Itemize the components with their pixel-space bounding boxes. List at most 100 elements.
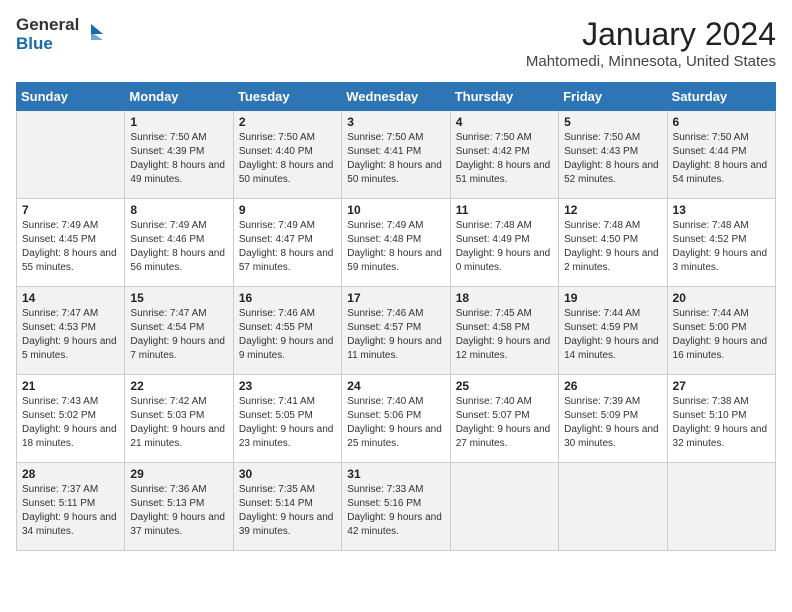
month-title: January 2024 [526, 16, 776, 53]
calendar-cell: 1 Sunrise: 7:50 AMSunset: 4:39 PMDayligh… [125, 111, 233, 199]
day-number: 5 [564, 115, 661, 129]
logo-bird-icon [81, 22, 103, 48]
logo-general: General [16, 16, 79, 35]
header-friday: Friday [559, 83, 667, 111]
week-row-2: 7 Sunrise: 7:49 AMSunset: 4:45 PMDayligh… [17, 199, 776, 287]
day-detail: Sunrise: 7:33 AMSunset: 5:16 PMDaylight:… [347, 484, 442, 537]
calendar-cell [559, 463, 667, 551]
title-block: January 2024 Mahtomedi, Minnesota, Unite… [526, 16, 776, 70]
day-number: 4 [456, 115, 553, 129]
day-number: 16 [239, 291, 336, 305]
day-number: 29 [130, 467, 227, 481]
calendar-cell: 23 Sunrise: 7:41 AMSunset: 5:05 PMDaylig… [233, 375, 341, 463]
day-detail: Sunrise: 7:43 AMSunset: 5:02 PMDaylight:… [22, 396, 117, 449]
day-number: 14 [22, 291, 119, 305]
day-number: 24 [347, 379, 444, 393]
day-number: 26 [564, 379, 661, 393]
day-number: 8 [130, 203, 227, 217]
calendar-cell: 30 Sunrise: 7:35 AMSunset: 5:14 PMDaylig… [233, 463, 341, 551]
day-detail: Sunrise: 7:47 AMSunset: 4:53 PMDaylight:… [22, 308, 117, 361]
calendar-cell: 2 Sunrise: 7:50 AMSunset: 4:40 PMDayligh… [233, 111, 341, 199]
calendar-cell: 7 Sunrise: 7:49 AMSunset: 4:45 PMDayligh… [17, 199, 125, 287]
day-number: 27 [673, 379, 770, 393]
day-detail: Sunrise: 7:48 AMSunset: 4:49 PMDaylight:… [456, 220, 551, 273]
day-detail: Sunrise: 7:44 AMSunset: 5:00 PMDaylight:… [673, 308, 768, 361]
day-number: 7 [22, 203, 119, 217]
day-detail: Sunrise: 7:39 AMSunset: 5:09 PMDaylight:… [564, 396, 659, 449]
day-detail: Sunrise: 7:36 AMSunset: 5:13 PMDaylight:… [130, 484, 225, 537]
day-detail: Sunrise: 7:50 AMSunset: 4:42 PMDaylight:… [456, 132, 551, 185]
day-number: 31 [347, 467, 444, 481]
calendar-cell: 26 Sunrise: 7:39 AMSunset: 5:09 PMDaylig… [559, 375, 667, 463]
calendar-cell: 6 Sunrise: 7:50 AMSunset: 4:44 PMDayligh… [667, 111, 775, 199]
day-detail: Sunrise: 7:50 AMSunset: 4:41 PMDaylight:… [347, 132, 442, 185]
day-detail: Sunrise: 7:48 AMSunset: 4:50 PMDaylight:… [564, 220, 659, 273]
day-number: 22 [130, 379, 227, 393]
calendar-cell: 31 Sunrise: 7:33 AMSunset: 5:16 PMDaylig… [342, 463, 450, 551]
day-detail: Sunrise: 7:37 AMSunset: 5:11 PMDaylight:… [22, 484, 117, 537]
calendar-cell: 5 Sunrise: 7:50 AMSunset: 4:43 PMDayligh… [559, 111, 667, 199]
day-detail: Sunrise: 7:41 AMSunset: 5:05 PMDaylight:… [239, 396, 334, 449]
day-detail: Sunrise: 7:40 AMSunset: 5:06 PMDaylight:… [347, 396, 442, 449]
day-number: 11 [456, 203, 553, 217]
calendar-cell: 15 Sunrise: 7:47 AMSunset: 4:54 PMDaylig… [125, 287, 233, 375]
calendar-cell: 3 Sunrise: 7:50 AMSunset: 4:41 PMDayligh… [342, 111, 450, 199]
calendar-cell: 20 Sunrise: 7:44 AMSunset: 5:00 PMDaylig… [667, 287, 775, 375]
header-monday: Monday [125, 83, 233, 111]
day-detail: Sunrise: 7:49 AMSunset: 4:48 PMDaylight:… [347, 220, 442, 273]
day-detail: Sunrise: 7:50 AMSunset: 4:40 PMDaylight:… [239, 132, 334, 185]
calendar-cell: 4 Sunrise: 7:50 AMSunset: 4:42 PMDayligh… [450, 111, 558, 199]
calendar-cell: 25 Sunrise: 7:40 AMSunset: 5:07 PMDaylig… [450, 375, 558, 463]
header-sunday: Sunday [17, 83, 125, 111]
day-detail: Sunrise: 7:40 AMSunset: 5:07 PMDaylight:… [456, 396, 551, 449]
week-row-3: 14 Sunrise: 7:47 AMSunset: 4:53 PMDaylig… [17, 287, 776, 375]
calendar-cell: 13 Sunrise: 7:48 AMSunset: 4:52 PMDaylig… [667, 199, 775, 287]
calendar-cell: 17 Sunrise: 7:46 AMSunset: 4:57 PMDaylig… [342, 287, 450, 375]
day-detail: Sunrise: 7:49 AMSunset: 4:46 PMDaylight:… [130, 220, 225, 273]
day-detail: Sunrise: 7:48 AMSunset: 4:52 PMDaylight:… [673, 220, 768, 273]
day-number: 28 [22, 467, 119, 481]
calendar-cell: 10 Sunrise: 7:49 AMSunset: 4:48 PMDaylig… [342, 199, 450, 287]
day-number: 2 [239, 115, 336, 129]
day-number: 21 [22, 379, 119, 393]
location: Mahtomedi, Minnesota, United States [526, 53, 776, 70]
day-number: 25 [456, 379, 553, 393]
day-number: 15 [130, 291, 227, 305]
day-number: 19 [564, 291, 661, 305]
day-detail: Sunrise: 7:46 AMSunset: 4:57 PMDaylight:… [347, 308, 442, 361]
day-number: 13 [673, 203, 770, 217]
day-number: 3 [347, 115, 444, 129]
day-number: 17 [347, 291, 444, 305]
logo: General Blue [16, 16, 103, 53]
header-wednesday: Wednesday [342, 83, 450, 111]
calendar-cell: 27 Sunrise: 7:38 AMSunset: 5:10 PMDaylig… [667, 375, 775, 463]
day-number: 1 [130, 115, 227, 129]
day-detail: Sunrise: 7:45 AMSunset: 4:58 PMDaylight:… [456, 308, 551, 361]
week-row-4: 21 Sunrise: 7:43 AMSunset: 5:02 PMDaylig… [17, 375, 776, 463]
day-number: 20 [673, 291, 770, 305]
calendar-cell: 29 Sunrise: 7:36 AMSunset: 5:13 PMDaylig… [125, 463, 233, 551]
day-number: 18 [456, 291, 553, 305]
calendar-header-row: SundayMondayTuesdayWednesdayThursdayFrid… [17, 83, 776, 111]
calendar-cell: 24 Sunrise: 7:40 AMSunset: 5:06 PMDaylig… [342, 375, 450, 463]
header-tuesday: Tuesday [233, 83, 341, 111]
calendar-cell: 8 Sunrise: 7:49 AMSunset: 4:46 PMDayligh… [125, 199, 233, 287]
calendar-cell: 12 Sunrise: 7:48 AMSunset: 4:50 PMDaylig… [559, 199, 667, 287]
day-detail: Sunrise: 7:44 AMSunset: 4:59 PMDaylight:… [564, 308, 659, 361]
calendar-cell: 14 Sunrise: 7:47 AMSunset: 4:53 PMDaylig… [17, 287, 125, 375]
day-detail: Sunrise: 7:49 AMSunset: 4:45 PMDaylight:… [22, 220, 117, 273]
day-detail: Sunrise: 7:49 AMSunset: 4:47 PMDaylight:… [239, 220, 334, 273]
week-row-1: 1 Sunrise: 7:50 AMSunset: 4:39 PMDayligh… [17, 111, 776, 199]
day-detail: Sunrise: 7:35 AMSunset: 5:14 PMDaylight:… [239, 484, 334, 537]
day-detail: Sunrise: 7:50 AMSunset: 4:43 PMDaylight:… [564, 132, 659, 185]
day-detail: Sunrise: 7:38 AMSunset: 5:10 PMDaylight:… [673, 396, 768, 449]
week-row-5: 28 Sunrise: 7:37 AMSunset: 5:11 PMDaylig… [17, 463, 776, 551]
day-number: 12 [564, 203, 661, 217]
logo-blue: Blue [16, 35, 79, 54]
calendar-cell [450, 463, 558, 551]
calendar-cell: 9 Sunrise: 7:49 AMSunset: 4:47 PMDayligh… [233, 199, 341, 287]
day-detail: Sunrise: 7:47 AMSunset: 4:54 PMDaylight:… [130, 308, 225, 361]
day-detail: Sunrise: 7:50 AMSunset: 4:44 PMDaylight:… [673, 132, 768, 185]
day-detail: Sunrise: 7:46 AMSunset: 4:55 PMDaylight:… [239, 308, 334, 361]
calendar-cell [667, 463, 775, 551]
